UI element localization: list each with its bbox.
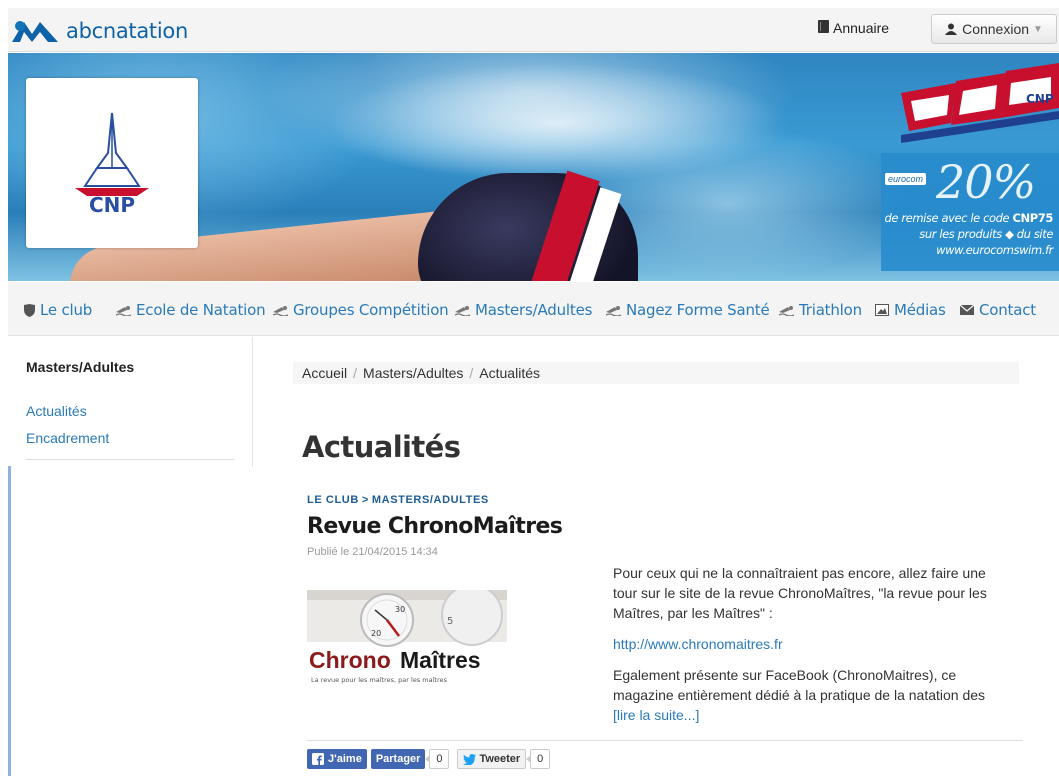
breadcrumb-current: Actualités <box>479 365 540 381</box>
facebook-icon <box>312 753 324 765</box>
sponsor-logo-text: CNP <box>1026 92 1054 106</box>
swimmer-icon <box>273 305 288 316</box>
nav-label: Ecole de Natation <box>136 301 266 319</box>
nav-item-le-club[interactable]: Le club <box>24 301 92 319</box>
breadcrumb-separator: / <box>469 365 474 381</box>
sponsor-logo: CNP <box>901 63 1059 149</box>
swimmer-icon <box>779 305 794 316</box>
envelope-icon <box>960 305 974 315</box>
chronomaitres-link[interactable]: http://www.chronomaitres.fr <box>613 636 783 652</box>
nav-item-nagez-forme-sante[interactable]: Nagez Forme Santé <box>606 301 770 319</box>
image-icon <box>875 304 889 316</box>
breadcrumb-masters-adultes[interactable]: Masters/Adultes <box>363 365 463 381</box>
logo-text: abcnatation <box>66 19 188 43</box>
nav-item-contact[interactable]: Contact <box>960 301 1036 319</box>
nav-label: Contact <box>979 301 1036 319</box>
water-splash <box>308 58 808 188</box>
facebook-like-button[interactable]: J'aime <box>307 749 367 769</box>
promo-code: CNP75 <box>1012 211 1054 225</box>
promo-line-2-text: sur les produits <box>919 227 1002 241</box>
annuaire-label: Annuaire <box>833 20 890 36</box>
read-more-link[interactable]: [lire la suite...] <box>613 707 699 723</box>
svg-text:5: 5 <box>447 616 453 627</box>
promo-box[interactable]: eurocom 20% de remise avec le code CNP75… <box>881 153 1059 271</box>
category-le-club[interactable]: LE CLUB <box>307 494 359 506</box>
article-paragraph-1: Pour ceux qui ne la connaîtraient pas en… <box>613 565 987 621</box>
swimmer-icon <box>116 305 131 316</box>
promo-line-2: sur les produits ◆ du site <box>919 227 1053 241</box>
nav-item-ecole-de-natation[interactable]: Ecole de Natation <box>116 301 266 319</box>
sidebar-item-encadrement[interactable]: Encadrement <box>26 430 109 446</box>
eiffel-tower-logo-icon: CNP <box>75 112 149 217</box>
user-icon <box>945 23 958 35</box>
article-date: Publié le 21/04/2015 14:34 <box>307 546 438 558</box>
promo-line-1-prefix: de remise avec le code <box>884 211 1010 225</box>
nav-label: Nagez Forme Santé <box>626 301 770 319</box>
article-title[interactable]: Revue ChronoMaîtres <box>307 514 563 539</box>
sidebar: Masters/Adultes Actualités Encadrement <box>8 337 253 776</box>
header-banner: CNP CNP eurocom 20% de remise avec le co… <box>8 53 1059 281</box>
nav-label: Médias <box>894 301 946 319</box>
promo-url: www.eurocomswim.fr <box>936 243 1053 257</box>
nav-label: Triathlon <box>799 301 862 319</box>
top-bar: abcnatation Annuaire Connexion ▼ <box>8 8 1059 52</box>
breadcrumb: Accueil / Masters/Adultes / Actualités <box>293 362 1019 384</box>
article-paragraph-2: Egalement présente sur FaceBook (ChronoM… <box>613 667 986 703</box>
sidebar-item-actualites[interactable]: Actualités <box>26 403 87 419</box>
tweet-count: 0 <box>526 749 551 769</box>
svg-text:20: 20 <box>371 629 381 638</box>
twitter-icon <box>463 753 477 765</box>
nav-item-triathlon[interactable]: Triathlon <box>779 301 862 319</box>
caret-down-icon: ▼ <box>1033 23 1043 35</box>
breadcrumb-accueil[interactable]: Accueil <box>302 365 347 381</box>
shield-icon <box>24 303 35 317</box>
category-masters-adultes[interactable]: MASTERS/ADULTES <box>372 494 489 506</box>
eurocom-fish-icon: ◆ <box>1005 227 1014 241</box>
main-nav: Le club Ecole de Natation Groupes Compét… <box>8 282 1059 336</box>
nav-label: Le club <box>40 301 93 319</box>
breadcrumb-separator: / <box>353 365 358 381</box>
chronomaitres-tagline: La revue pour les maîtres, par les maîtr… <box>311 676 447 684</box>
category-separator: > <box>361 494 369 506</box>
sidebar-separator <box>26 459 234 460</box>
club-logo-text: CNP <box>89 193 135 217</box>
club-logo[interactable]: CNP <box>26 78 198 248</box>
article-category: LE CLUB > MASTERS/ADULTES <box>307 494 489 506</box>
svg-text:30: 30 <box>395 605 405 614</box>
article-excerpt: Pour ceux qui ne la connaîtraient pas en… <box>613 563 1008 725</box>
page-title: Actualités <box>302 430 461 464</box>
nav-item-medias[interactable]: Médias <box>875 301 946 319</box>
promo-percent: 20% <box>936 155 1036 209</box>
tweet-label: Tweeter <box>479 753 521 765</box>
nav-label: Masters/Adultes <box>475 301 593 319</box>
share-label: Partager <box>375 753 421 765</box>
nav-item-masters-adultes[interactable]: Masters/Adultes <box>455 301 592 319</box>
swimmer-icon <box>606 305 621 316</box>
eurocom-brand: eurocom <box>885 173 927 185</box>
nav-label: Groupes Compétition <box>293 301 449 319</box>
like-label: J'aime <box>328 753 362 765</box>
abcnatation-logo-icon <box>12 21 58 42</box>
book-icon <box>818 20 829 36</box>
site-logo[interactable]: abcnatation <box>10 16 188 46</box>
facebook-share-button[interactable]: Partager <box>370 749 426 769</box>
sidebar-title: Masters/Adultes <box>26 359 135 375</box>
connexion-button[interactable]: Connexion ▼ <box>931 14 1057 44</box>
share-bar: J'aime Partager 0 Tweeter 0 <box>307 740 1023 769</box>
promo-line-1: de remise avec le code CNP75 <box>885 211 1054 225</box>
chronomaitres-brand-1: Chrono <box>309 647 391 673</box>
promo-line-2-suffix: du site <box>1016 227 1054 241</box>
article-image[interactable]: 30 20 5 Chrono Maîtres La revue pour les… <box>307 590 507 688</box>
tweet-button[interactable]: Tweeter <box>457 749 527 769</box>
swimmer-icon <box>455 305 470 316</box>
chronomaitres-brand-2: Maîtres <box>400 647 481 673</box>
share-count: 0 <box>425 749 450 769</box>
annuaire-link[interactable]: Annuaire <box>818 20 889 36</box>
nav-item-groupes-competition[interactable]: Groupes Compétition <box>273 301 449 319</box>
connexion-label: Connexion <box>962 21 1030 37</box>
